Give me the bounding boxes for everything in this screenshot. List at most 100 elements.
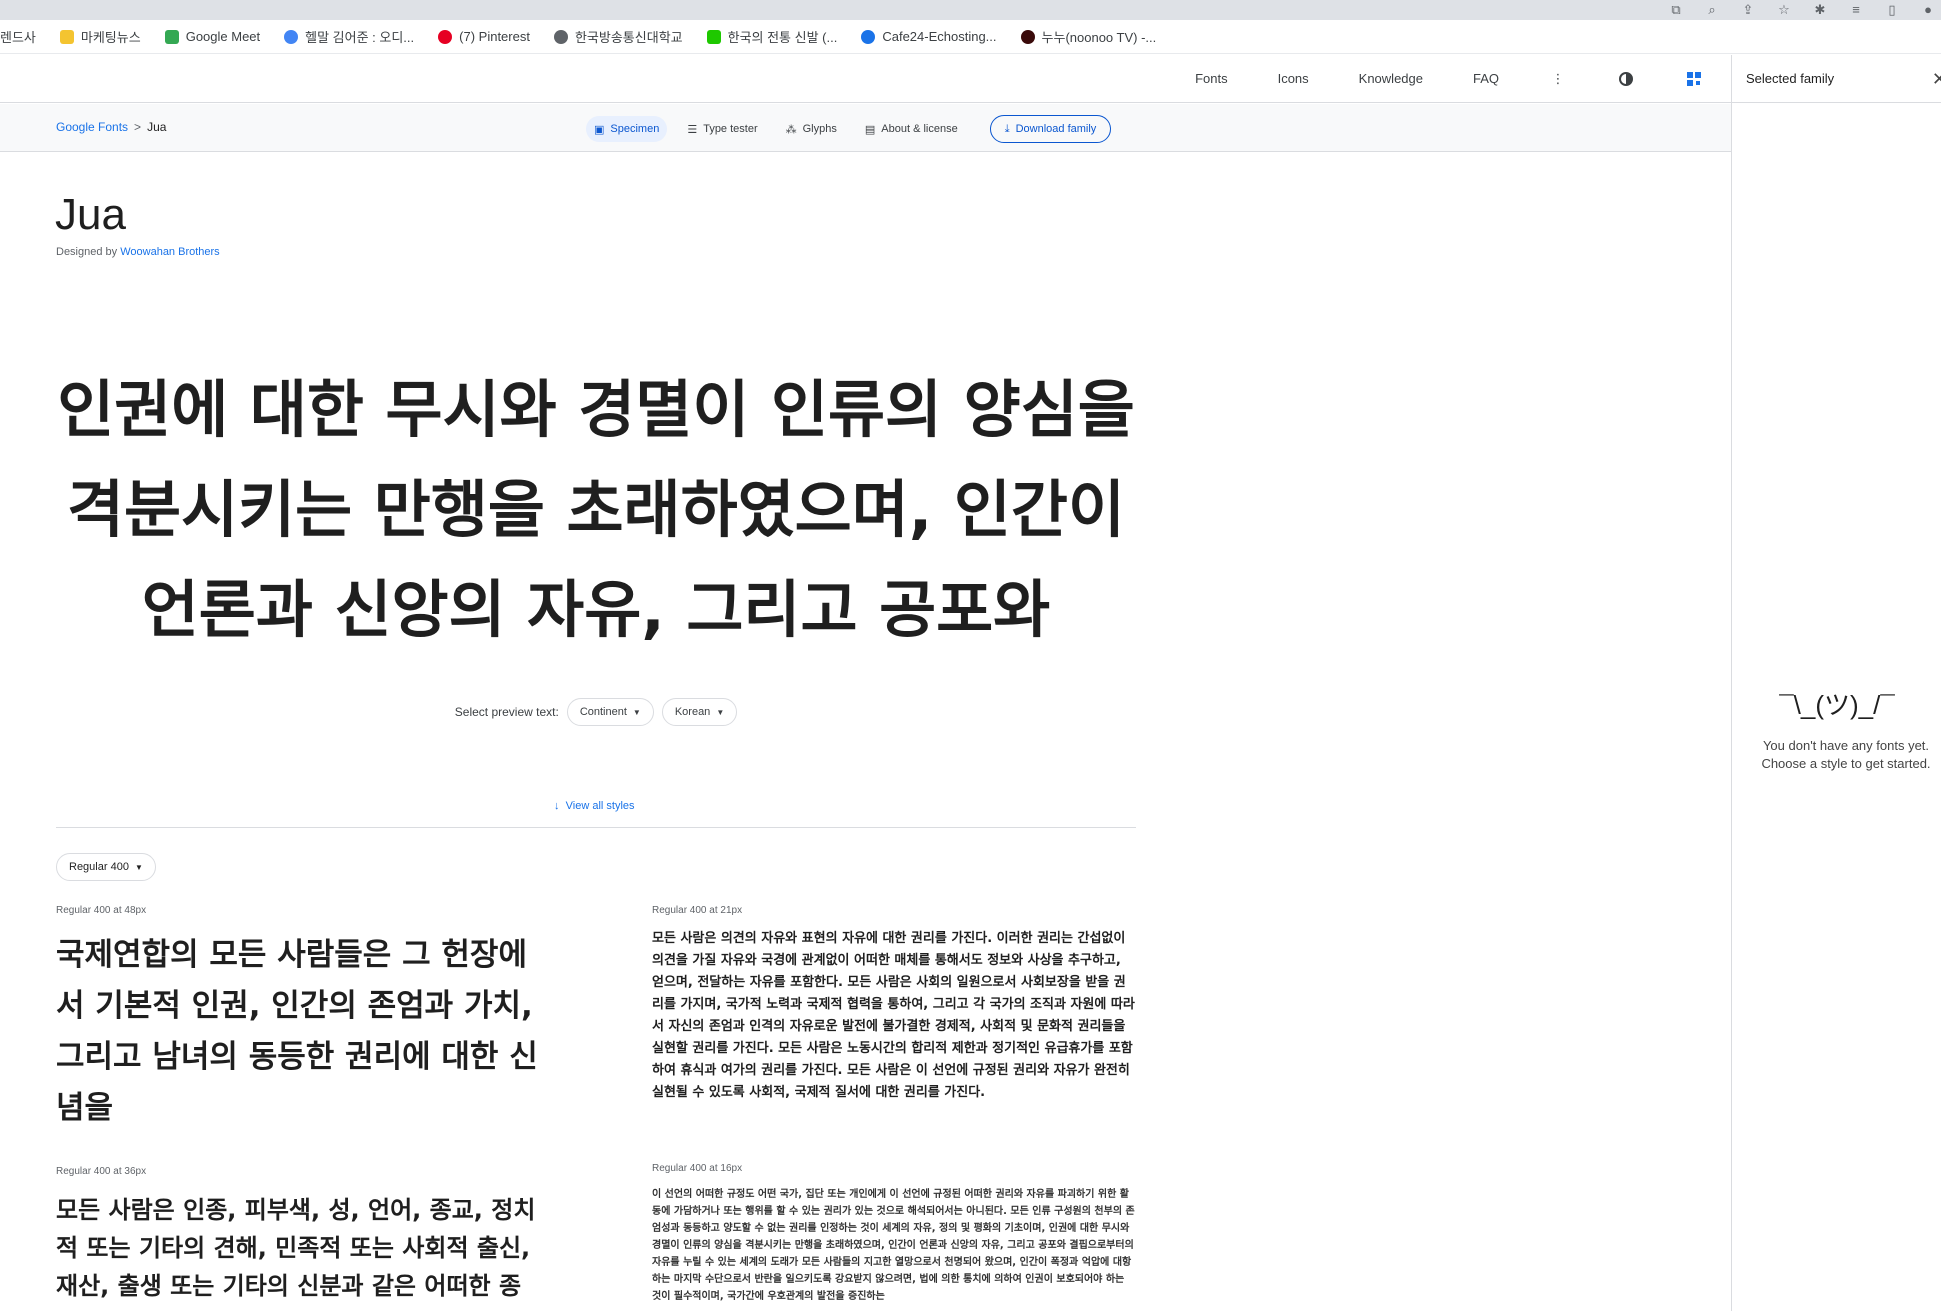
divider — [56, 827, 1136, 828]
empty-line-2: Choose a style to get started. — [1761, 756, 1931, 771]
tab-glyphs[interactable]: ⁂ Glyphs — [778, 116, 845, 142]
selected-families-icon[interactable] — [1685, 70, 1703, 88]
sample-21: Regular 400 at 21px 모든 사람은 의견의 자유와 표현의 자… — [652, 905, 1136, 1104]
sample-36: Regular 400 at 36px 모든 사람은 인종, 피부색, 성, 언… — [56, 1166, 546, 1311]
family-toolbar: Google Fonts > Jua ▣ Specimen ☰ Type tester … — [0, 104, 1731, 152]
language-dropdown[interactable]: Korean ▼ — [661, 698, 738, 726]
designed-by-label: Designed by — [56, 246, 118, 258]
sample-label: Regular 400 at 16px — [652, 1163, 743, 1174]
share-icon[interactable]: ⇪ — [1741, 2, 1755, 16]
sample-label: Regular 400 at 21px — [652, 905, 743, 916]
top-nav: Fonts Icons Knowledge FAQ ⋮ — [0, 55, 1731, 103]
bookmark-item[interactable]: 한국방송통신대학교 — [553, 27, 683, 46]
bookmark-label: Cafe24-Echosting... — [882, 29, 997, 44]
download-icon: ⤓ — [1004, 122, 1010, 135]
nav-faq[interactable]: FAQ — [1473, 71, 1499, 86]
star-icon[interactable]: ☆ — [1777, 2, 1791, 16]
continent-dropdown[interactable]: Continent ▼ — [566, 698, 654, 726]
bookmark-item[interactable]: Google Meet — [164, 29, 261, 44]
font-title: Jua — [55, 190, 126, 239]
bookmark-label: 헬말 김어준 : 오디... — [305, 30, 415, 45]
weight-selector: Regular 400 ▼ — [56, 853, 156, 881]
more-vert-icon[interactable]: ⋮ — [1549, 70, 1567, 88]
caret-down-icon: ▼ — [632, 707, 641, 717]
breadcrumb-current: Jua — [147, 120, 167, 134]
bookmark-item[interactable]: 누누(noonoo TV) -... — [1020, 27, 1157, 46]
weight-dropdown[interactable]: Regular 400 ▼ — [56, 853, 156, 881]
bookmark-label: (7) Pinterest — [459, 29, 530, 44]
tab-specimen[interactable]: ▣ Specimen — [586, 116, 668, 142]
download-family-button[interactable]: ⤓ Download family — [989, 115, 1112, 143]
article-icon: ▤ — [864, 123, 876, 136]
shrug-emoticon: ¯\_(ツ)_/¯ — [1779, 690, 1895, 720]
dropdown-value: Regular 400 — [69, 861, 129, 873]
extensions-icon[interactable]: ✱ — [1813, 2, 1827, 16]
close-icon[interactable]: ✕ — [1932, 69, 1941, 90]
designer-link[interactable]: Woowahan Brothers — [120, 246, 219, 258]
arrow-down-icon: ↓ — [554, 800, 560, 812]
dropdown-value: Korean — [674, 706, 711, 718]
theme-toggle-icon[interactable] — [1617, 70, 1635, 88]
family-tabs: ▣ Specimen ☰ Type tester ⁂ Glyphs ▤ About & … — [586, 115, 1112, 143]
naver-blog-icon — [706, 29, 721, 44]
tab-about-license[interactable]: ▤ About & license — [857, 116, 966, 142]
bookmark-item[interactable]: 헬말 김어준 : 오디... — [284, 27, 414, 46]
sample-label: Regular 400 at 36px — [56, 1166, 147, 1177]
download-label: Download family — [1015, 123, 1097, 135]
sample-text[interactable]: 이 선언의 어떠한 규정도 어떤 국가, 집단 또는 개인에게 이 선언에 규정… — [652, 1186, 1136, 1305]
google-meet-icon — [164, 29, 179, 44]
breadcrumb-root-link[interactable]: Google Fonts — [56, 120, 128, 134]
tab-type-tester[interactable]: ☰ Type tester — [679, 116, 765, 142]
bookmark-label: 한국방송통신대학교 — [574, 30, 683, 45]
empty-line-1: You don't have any fonts yet. — [1762, 738, 1930, 753]
bookmark-item[interactable]: 한국의 전통 신발 (... — [706, 27, 838, 46]
reading-list-icon[interactable]: ≡ — [1849, 2, 1863, 16]
tab-label: Glyphs — [802, 123, 837, 135]
panel-header: Selected family ✕ — [1732, 55, 1941, 103]
bookmark-item[interactable]: 렌드사 — [0, 27, 36, 46]
cafe24-icon — [861, 29, 876, 44]
bookmark-item[interactable]: (7) Pinterest — [438, 29, 530, 44]
breadcrumb: Google Fonts > Jua — [56, 120, 166, 134]
browser-toolbar-icons: ⧉ ⌕ ⇪ ☆ ✱ ≡ ▯ ● — [1669, 0, 1941, 18]
dropdown-value: Continent — [579, 706, 627, 718]
nav-fonts[interactable]: Fonts — [1195, 71, 1228, 86]
zoom-icon[interactable]: ⌕ — [1705, 2, 1719, 16]
sample-label: Regular 400 at 48px — [56, 905, 147, 916]
selected-family-panel: Selected family ✕ ¯\_(ツ)_/¯ You don't ha… — [1731, 55, 1941, 1311]
glyphs-icon: ⁂ — [785, 123, 797, 136]
preview-label: Select preview text: — [454, 705, 559, 719]
sample-text[interactable]: 모든 사람은 인종, 피부색, 성, 언어, 종교, 정치적 또는 기타의 견해… — [56, 1191, 546, 1305]
bookmark-label: 누누(noonoo TV) -... — [1041, 30, 1157, 45]
bookmark-item[interactable]: Cafe24-Echosting... — [861, 29, 997, 44]
bookmarks-bar: 렌드사 마케팅뉴스 Google Meet 헬말 김어준 : 오디... (7)… — [0, 20, 1941, 54]
sample-text[interactable]: 모든 사람은 의견의 자유와 표현의 자유에 대한 권리를 가진다. 이러한 권… — [652, 928, 1136, 1104]
caret-down-icon: ▼ — [134, 862, 143, 872]
bookmark-label: Google Meet — [185, 29, 261, 44]
sample-16: Regular 400 at 16px 이 선언의 어떠한 규정도 어떤 국가,… — [652, 1163, 1136, 1311]
browser-tab-strip: ⧉ ⌕ ⇪ ☆ ✱ ≡ ▯ ● — [0, 0, 1941, 20]
nav-knowledge[interactable]: Knowledge — [1359, 71, 1423, 86]
sample-text[interactable]: 국제연합의 모든 사람들은 그 헌장에서 기본적 인권, 인간의 존엄과 가치,… — [56, 930, 546, 1134]
preview-text-selector: Select preview text: Continent ▼ Korean ▼ — [0, 698, 1192, 726]
sidebar-icon[interactable]: ▯ — [1885, 2, 1899, 16]
folder-icon — [59, 29, 74, 44]
designer-credit: Designed by Woowahan Brothers — [56, 246, 220, 258]
bookmark-item[interactable]: 마케팅뉴스 — [59, 27, 141, 46]
breadcrumb-separator: > — [134, 120, 142, 134]
noonoo-tv-icon — [1020, 29, 1035, 44]
view-all-styles-link[interactable]: ↓ View all styles — [554, 800, 635, 812]
tab-label: Type tester — [703, 123, 758, 135]
sample-48: Regular 400 at 48px 국제연합의 모든 사람들은 그 헌장에서… — [56, 905, 546, 1134]
bookmark-label: 한국의 전통 신발 (... — [727, 30, 838, 45]
nav-icons[interactable]: Icons — [1278, 71, 1309, 86]
empty-message: You don't have any fonts yet. Choose a s… — [1746, 737, 1941, 773]
panel-title: Selected family — [1746, 71, 1835, 86]
hero-preview-text[interactable]: 인권에 대한 무시와 경멸이 인류의 양심을 격분시키는 만행을 초래하였으며,… — [56, 360, 1136, 660]
profile-icon[interactable]: ● — [1921, 2, 1935, 16]
tab-label: About & license — [881, 123, 958, 135]
bookmark-label: 마케팅뉴스 — [80, 30, 141, 45]
pinterest-icon — [438, 29, 453, 44]
translate-icon[interactable]: ⧉ — [1669, 2, 1683, 16]
type-tester-icon: ☰ — [687, 123, 698, 136]
